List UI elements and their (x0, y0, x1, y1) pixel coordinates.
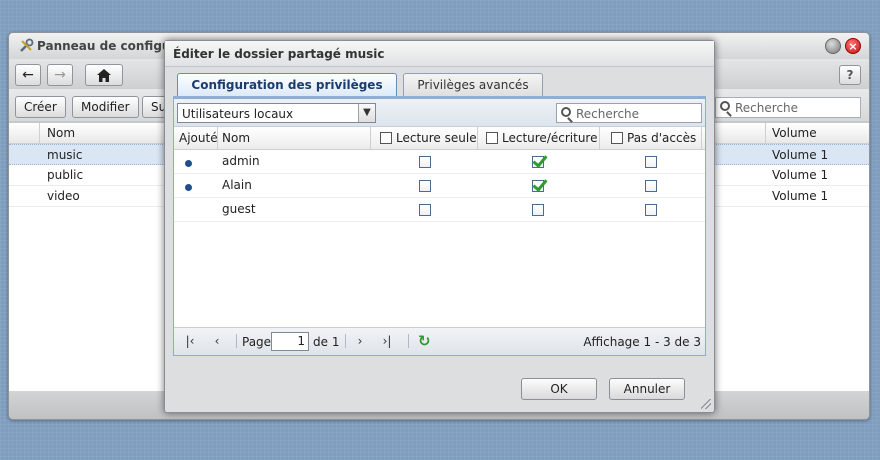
first-page-icon[interactable]: |‹ (182, 333, 198, 349)
table-row[interactable]: Alain (174, 174, 705, 198)
background-search-input[interactable]: Recherche (715, 97, 861, 118)
user-name: Alain (222, 178, 252, 192)
read-only-checkbox[interactable] (419, 180, 431, 192)
column-header-read-write[interactable]: Lecture/écriture (502, 131, 597, 145)
page-count-label: de 1 (313, 335, 340, 349)
table-row[interactable]: admin (174, 150, 705, 174)
user-type-value: Utilisateurs locaux (182, 107, 294, 121)
tab-privilege-settings[interactable]: Configuration des privilèges (177, 73, 397, 97)
folder-name: music (47, 148, 83, 162)
last-page-icon[interactable]: ›| (379, 333, 395, 349)
read-write-checkbox[interactable] (532, 180, 544, 192)
user-name: guest (222, 202, 256, 216)
pagination-toolbar: |‹ ‹ Page 1 de 1 › ›| ↻ Affichage 1 - 3 … (174, 327, 705, 355)
column-header-no-access[interactable]: Pas d'accès (627, 131, 696, 145)
no-access-checkbox[interactable] (645, 156, 657, 168)
folder-volume: Volume 1 (772, 168, 829, 182)
read-only-checkbox[interactable] (419, 204, 431, 216)
user-search-placeholder: Recherche (576, 107, 640, 121)
read-only-select-all-checkbox[interactable] (380, 132, 392, 144)
column-separator (599, 127, 600, 150)
search-icon (720, 101, 730, 111)
background-search-placeholder: Recherche (735, 101, 799, 115)
minimize-icon[interactable] (825, 38, 841, 54)
folder-name: public (47, 168, 84, 182)
folder-volume: Volume 1 (772, 189, 829, 203)
search-icon (561, 107, 571, 117)
forward-button[interactable]: → (47, 64, 73, 86)
arrow-right-icon: → (54, 67, 66, 83)
next-page-icon[interactable]: › (352, 333, 368, 349)
control-panel-title: Panneau de configu (37, 39, 171, 53)
read-write-checkbox[interactable] (532, 204, 544, 216)
privileges-toolbar: Utilisateurs locaux ▼ Recherche (174, 99, 705, 127)
chevron-down-icon[interactable]: ▼ (358, 104, 375, 122)
create-button[interactable]: Créer (15, 96, 66, 118)
column-separator (39, 123, 40, 144)
folder-volume: Volume 1 (772, 148, 829, 162)
paging-summary: Affichage 1 - 3 de 3 (583, 335, 701, 349)
page-number-input[interactable]: 1 (271, 332, 309, 351)
read-write-select-all-checkbox[interactable] (486, 132, 498, 144)
column-separator (765, 123, 766, 144)
arrow-left-icon: ← (22, 67, 34, 83)
column-header-name[interactable]: Nom (222, 131, 250, 145)
column-separator (370, 127, 371, 150)
back-button[interactable]: ← (15, 64, 41, 86)
edit-shared-folder-dialog: Éditer le dossier partagé music Configur… (164, 40, 715, 413)
pager-separator (236, 334, 237, 348)
column-header-volume[interactable]: Volume (772, 126, 817, 140)
previous-page-icon[interactable]: ‹ (209, 333, 225, 349)
added-indicator-icon (185, 160, 192, 167)
resize-grip-icon[interactable] (701, 399, 711, 409)
column-separator (701, 127, 702, 150)
home-icon (97, 69, 111, 82)
modify-button[interactable]: Modifier (72, 96, 139, 118)
table-row[interactable]: guest (174, 198, 705, 222)
page-label: Page (242, 335, 272, 349)
added-indicator-icon (185, 184, 192, 191)
column-separator (477, 127, 478, 150)
user-search-input[interactable]: Recherche (556, 103, 702, 123)
user-name: admin (222, 154, 260, 168)
close-icon[interactable]: × (845, 38, 861, 54)
user-type-select[interactable]: Utilisateurs locaux ▼ (177, 103, 376, 123)
cancel-button[interactable]: Annuler (609, 378, 685, 400)
tab-advanced-privileges[interactable]: Privilèges avancés (403, 73, 543, 97)
pager-separator (408, 334, 409, 348)
column-separator (217, 127, 218, 150)
dialog-footer: OK Annuler (165, 364, 714, 412)
tools-icon (20, 38, 34, 52)
folder-name: video (47, 189, 80, 203)
pager-separator (345, 334, 346, 348)
no-access-checkbox[interactable] (645, 204, 657, 216)
column-header-name[interactable]: Nom (47, 126, 75, 140)
help-button[interactable]: ? (839, 65, 861, 85)
read-only-checkbox[interactable] (419, 156, 431, 168)
privileges-grid-header: Ajouté Nom Lecture seule Lecture/écritur… (174, 127, 705, 150)
refresh-icon[interactable]: ↻ (418, 333, 431, 349)
no-access-select-all-checkbox[interactable] (611, 132, 623, 144)
privileges-panel: Utilisateurs locaux ▼ Recherche Ajouté N… (173, 98, 706, 356)
no-access-checkbox[interactable] (645, 180, 657, 192)
home-button[interactable] (85, 64, 123, 86)
read-write-checkbox[interactable] (532, 156, 544, 168)
column-header-read-only[interactable]: Lecture seule (396, 131, 477, 145)
dialog-title: Éditer le dossier partagé music (173, 47, 385, 61)
dialog-titlebar[interactable]: Éditer le dossier partagé music (165, 41, 714, 67)
column-header-added[interactable]: Ajouté (179, 131, 217, 145)
ok-button[interactable]: OK (521, 378, 597, 400)
